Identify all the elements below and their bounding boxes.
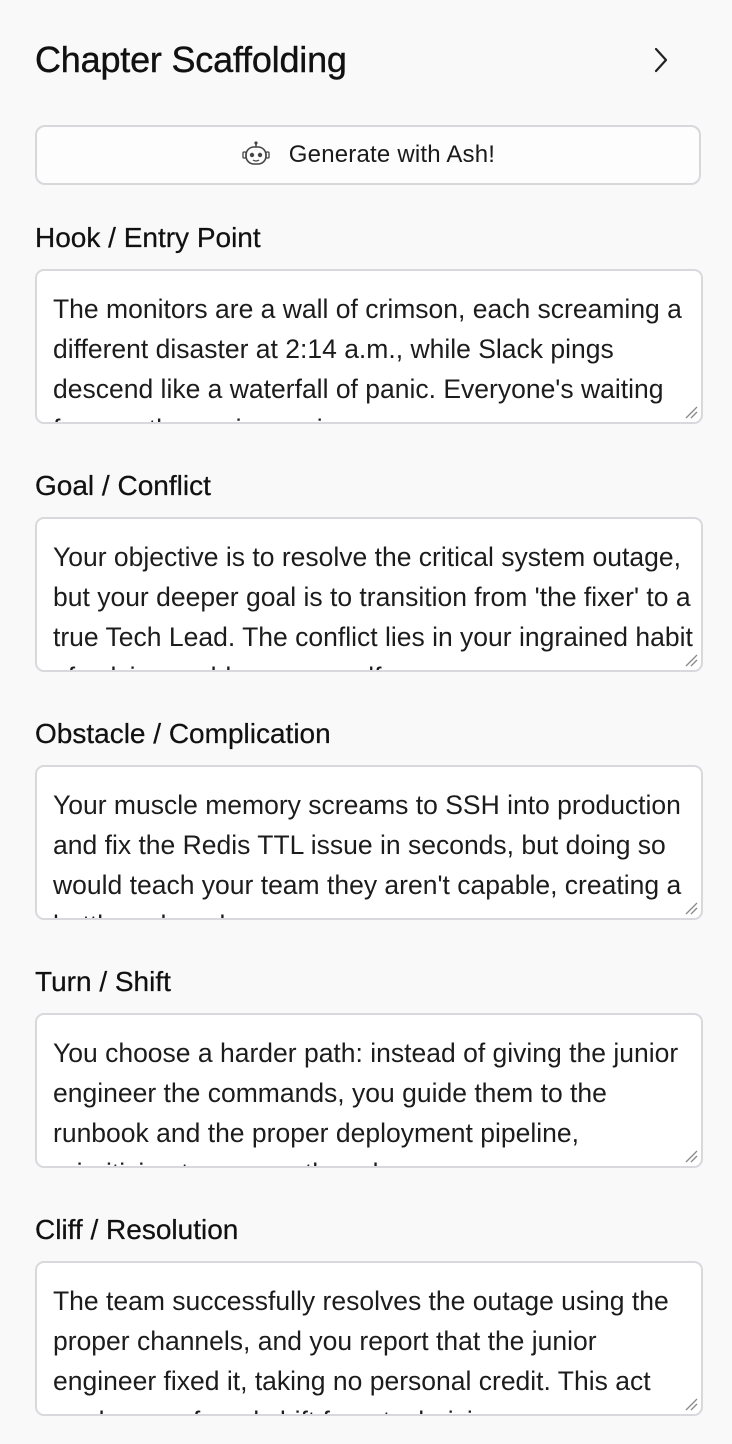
hook-textarea[interactable]: The monitors are a wall of crimson, each… (35, 269, 703, 424)
generate-button-label: Generate with Ash! (288, 141, 496, 168)
section-label: Goal / Conflict (35, 470, 211, 501)
resize-grip-icon[interactable] (683, 1148, 699, 1164)
generate-with-ash-button[interactable]: Generate with Ash! (35, 125, 701, 185)
goal-textarea[interactable]: Your objective is to resolve the critica… (35, 517, 703, 672)
resize-grip-icon[interactable] (683, 1396, 699, 1412)
obstacle-textarea[interactable]: Your muscle memory screams to SSH into p… (35, 765, 703, 920)
textarea-value: Your objective is to resolve the critica… (53, 542, 693, 670)
section-label: Obstacle / Complication (35, 718, 331, 749)
resize-grip-icon[interactable] (683, 404, 699, 420)
section-obstacle: Obstacle / Complication Your muscle memo… (35, 716, 703, 920)
section-label: Hook / Entry Point (35, 222, 261, 253)
chapter-scaffolding-panel: Chapter Scaffolding Generate with Ash! H… (0, 0, 732, 1444)
section-goal: Goal / Conflict Your objective is to res… (35, 468, 703, 672)
section-cliff: Cliff / Resolution The team successfully… (35, 1212, 703, 1416)
resize-grip-icon[interactable] (683, 652, 699, 668)
section-label: Cliff / Resolution (35, 1214, 239, 1245)
textarea-value: Your muscle memory screams to SSH into p… (53, 790, 682, 918)
section-hook: Hook / Entry Point The monitors are a wa… (35, 220, 703, 424)
resize-grip-icon[interactable] (683, 900, 699, 916)
turn-textarea[interactable]: You choose a harder path: instead of giv… (35, 1013, 703, 1168)
chevron-right-icon (654, 47, 668, 73)
robot-icon (242, 141, 270, 165)
cliff-textarea[interactable]: The team successfully resolves the outag… (35, 1261, 703, 1416)
panel-header: Chapter Scaffolding (35, 36, 697, 84)
panel-title: Chapter Scaffolding (35, 39, 347, 80)
textarea-value: You choose a harder path: instead of giv… (53, 1038, 679, 1166)
textarea-value: The team successfully resolves the outag… (53, 1286, 669, 1414)
section-label: Turn / Shift (35, 966, 171, 997)
section-turn: Turn / Shift You choose a harder path: i… (35, 964, 703, 1168)
textarea-value: The monitors are a wall of crimson, each… (53, 294, 682, 422)
collapse-panel-button[interactable] (645, 44, 677, 76)
